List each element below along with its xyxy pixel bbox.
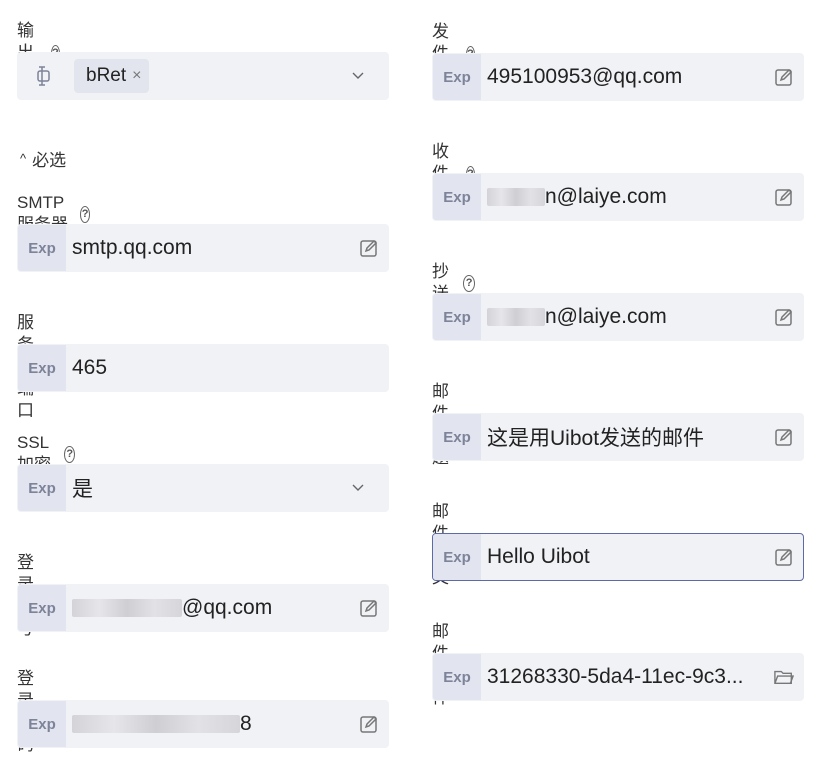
required-section-toggle[interactable]: ^ 必选 — [20, 146, 66, 171]
cc-input[interactable]: Exp n@laiye.com — [432, 293, 804, 341]
redacted-text — [487, 308, 545, 327]
smtp-input[interactable]: Exp smtp.qq.com — [17, 224, 389, 272]
output-tag: bRet × — [74, 59, 150, 93]
edit-icon[interactable] — [359, 598, 379, 618]
edit-icon[interactable] — [359, 714, 379, 734]
recipient-input[interactable]: Exp n@laiye.com — [432, 173, 804, 221]
edit-icon[interactable] — [774, 547, 794, 567]
exp-toggle[interactable]: Exp — [18, 225, 66, 271]
help-icon[interactable]: ? — [79, 205, 91, 223]
subject-input[interactable]: Exp 这是用Uibot发送的邮件 — [432, 413, 804, 461]
account-value: @qq.com — [72, 596, 359, 620]
edit-icon[interactable] — [359, 238, 379, 258]
body-value: Hello Uibot — [487, 545, 590, 568]
account-input[interactable]: Exp @qq.com — [17, 584, 389, 632]
ssl-select[interactable]: Exp 是 — [17, 464, 389, 512]
exp-toggle[interactable]: Exp — [433, 654, 481, 700]
exp-toggle[interactable]: Exp — [18, 465, 66, 511]
attachment-value: 31268330-5da4-11ec-9c3... — [487, 665, 744, 688]
chevron-down-icon[interactable] — [348, 66, 368, 86]
redacted-text — [487, 188, 545, 207]
output-tag-label: bRet — [86, 65, 127, 86]
redacted-text — [72, 715, 240, 734]
exp-toggle[interactable]: Exp — [433, 54, 481, 100]
output-variable-icon — [18, 64, 66, 88]
edit-icon[interactable] — [774, 67, 794, 87]
password-value: 8 — [72, 712, 359, 736]
cc-value: n@laiye.com — [487, 305, 774, 329]
subject-value: 这是用Uibot发送的邮件 — [487, 427, 705, 450]
exp-toggle[interactable]: Exp — [433, 414, 481, 460]
sender-value: 495100953@qq.com — [487, 65, 683, 88]
edit-icon[interactable] — [774, 427, 794, 447]
ssl-value: 是 — [72, 478, 93, 501]
password-suffix: 8 — [240, 712, 252, 735]
recipient-suffix: n@laiye.com — [545, 185, 667, 208]
recipient-value: n@laiye.com — [487, 185, 774, 209]
exp-toggle[interactable]: Exp — [433, 174, 481, 220]
output-select[interactable]: bRet × — [17, 52, 389, 100]
smtp-value: smtp.qq.com — [72, 236, 193, 259]
account-suffix: @qq.com — [182, 596, 273, 619]
port-input[interactable]: Exp 465 — [17, 344, 389, 392]
tag-remove-icon[interactable]: × — [132, 67, 141, 85]
exp-toggle[interactable]: Exp — [18, 345, 66, 391]
port-value: 465 — [72, 356, 108, 379]
cc-suffix: n@laiye.com — [545, 305, 667, 328]
redacted-text — [72, 599, 182, 618]
body-input[interactable]: Exp Hello Uibot — [432, 533, 804, 581]
sender-input[interactable]: Exp 495100953@qq.com — [432, 53, 804, 101]
edit-icon[interactable] — [774, 187, 794, 207]
exp-toggle[interactable]: Exp — [433, 534, 481, 580]
exp-toggle[interactable]: Exp — [18, 585, 66, 631]
help-icon[interactable]: ? — [64, 445, 76, 463]
password-input[interactable]: Exp 8 — [17, 700, 389, 748]
exp-toggle[interactable]: Exp — [18, 701, 66, 747]
attachment-input[interactable]: Exp 31268330-5da4-11ec-9c3... — [432, 653, 804, 701]
help-icon[interactable]: ? — [463, 274, 475, 292]
chevron-down-icon[interactable] — [348, 478, 368, 498]
edit-icon[interactable] — [774, 307, 794, 327]
folder-icon[interactable] — [774, 667, 794, 687]
chevron-up-icon: ^ — [20, 151, 27, 166]
required-section-label: 必选 — [32, 151, 67, 170]
exp-toggle[interactable]: Exp — [433, 294, 481, 340]
